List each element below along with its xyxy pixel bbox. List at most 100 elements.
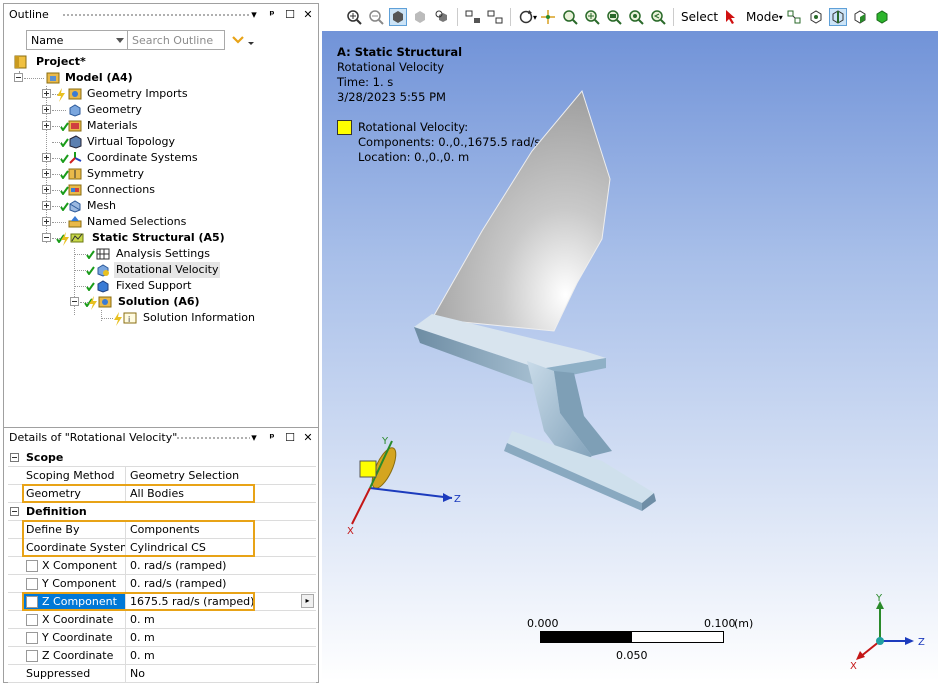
search-outline-input[interactable]: Search Outline [128,30,225,50]
parameter-checkbox[interactable] [26,578,38,590]
chevron-down-icon [116,38,124,43]
blade-surface[interactable] [431,89,611,332]
row-value[interactable]: 0. rad/s (ramped) [126,575,316,592]
details-row-suppressed[interactable]: Suppressed No [8,665,316,683]
maximize-icon[interactable]: ☐ [284,428,296,448]
parameter-checkbox[interactable] [26,560,38,572]
rotate-body-icon[interactable] [434,9,450,25]
expand-toggle[interactable] [42,217,51,226]
zoom-icon[interactable] [562,9,578,25]
tree-label: Model (A4) [65,71,133,84]
zoom-out-icon[interactable] [368,9,384,25]
geometry-imports-icon [68,88,82,100]
tree-label: Rotational Velocity [114,262,221,278]
details-row-scoping-method[interactable]: Scoping Method Geometry Selection [8,467,316,485]
row-value[interactable]: 0. m [126,611,316,628]
select-mesh-icon[interactable] [786,9,802,25]
row-label: Suppressed [22,665,126,682]
select-vertex-icon[interactable] [808,9,824,25]
row-value[interactable]: 0. m [126,629,316,646]
close-icon[interactable]: ✕ [302,4,314,26]
expand-toggle[interactable] [42,105,51,114]
model-geometry[interactable] [322,31,938,681]
tree-label: Named Selections [87,215,187,228]
mode-label[interactable]: Mode [746,10,779,24]
parameter-checkbox[interactable] [26,614,38,626]
expand-toggle[interactable] [42,201,51,210]
select-cursor-icon[interactable] [724,9,740,25]
zoom-selected-icon[interactable] [628,9,644,25]
parameter-checkbox[interactable] [26,632,38,644]
zoom-fit-all-icon[interactable] [606,9,622,25]
zoom-in-icon[interactable] [584,9,600,25]
solution-information-icon: i [123,312,137,324]
collapse-toggle[interactable] [70,297,79,306]
row-value[interactable]: No [126,665,316,682]
tree-label: Coordinate Systems [87,151,198,164]
rotate-icon[interactable] [518,9,534,25]
collapse-toggle[interactable] [42,233,51,242]
close-icon[interactable]: ✕ [302,428,314,448]
tree-label: Virtual Topology [87,135,176,148]
dropdown-icon[interactable]: ▾ [248,428,260,448]
dropdown-icon[interactable]: ▾ [248,4,260,26]
details-row-z-coordinate[interactable]: Z Coordinate 0. m [8,647,316,665]
analysis-settings-icon [96,248,110,260]
section-definition[interactable]: Definition [8,503,316,521]
expand-toggle[interactable] [42,89,51,98]
expand-toggle[interactable] [42,153,51,162]
cylindrical-cs-marker[interactable]: Z X Y [342,426,472,541]
outline-title: Outline [9,8,49,21]
details-title-bar[interactable]: Details of "Rotational Velocity" ▾ ᵖ ☐ ✕ [4,428,318,448]
graphics-viewport[interactable]: A: Static Structural Rotational Velocity… [322,31,938,681]
zoom-to-fit-icon[interactable] [346,9,362,25]
select-body-icon[interactable] [874,9,890,25]
name-combo[interactable]: Name [26,30,128,50]
axis-y-label: Y [381,436,389,447]
collapse-toggle[interactable] [14,73,23,82]
section-scope[interactable]: Scope [8,449,316,467]
pan-icon[interactable] [540,9,556,25]
select-edge-icon[interactable] [828,8,847,26]
zoom-previous-icon[interactable] [650,9,666,25]
chevron-down-icon[interactable]: ▾ [779,13,783,22]
expand-toggle[interactable] [42,121,51,130]
pin-icon[interactable]: ᵖ [266,428,278,448]
select-label[interactable]: Select [681,10,718,24]
row-value[interactable]: Geometry Selection [126,467,316,484]
row-label: Z Coordinate [42,649,114,662]
expand-toggle[interactable] [42,185,51,194]
tree-label: Solution (A6) [118,295,200,308]
tree-label: Fixed Support [116,279,192,292]
expand-toggle[interactable] [42,169,51,178]
filter-chevron-icon[interactable] [231,31,257,49]
row-label: X Component [42,559,117,572]
maximize-icon[interactable]: ☐ [284,4,296,26]
highlight-geometry [22,484,255,503]
tree-label: Materials [87,119,138,132]
row-value[interactable]: 0. m [126,647,316,664]
rotational-velocity-icon [97,264,109,277]
details-row-y-component[interactable]: Y Component 0. rad/s (ramped) [8,575,316,593]
collapse-toggle[interactable] [10,507,19,516]
box-select-icon[interactable] [465,9,481,25]
details-row-x-component[interactable]: X Component 0. rad/s (ramped) [8,557,316,575]
graphics-toolbar: ▾ Select Mode ▾ [322,3,938,31]
parameter-checkbox[interactable] [26,650,38,662]
name-combo-value: Name [31,34,64,47]
solid-view-icon[interactable] [389,8,407,26]
outline-title-bar[interactable]: Outline ▾ ᵖ ☐ ✕ [4,4,318,26]
details-row-y-coordinate[interactable]: Y Coordinate 0. m [8,629,316,647]
pin-icon[interactable]: ᵖ [266,4,278,26]
row-value[interactable]: 0. rad/s (ramped) [126,557,316,574]
collapse-toggle[interactable] [10,453,19,462]
details-row-x-coordinate[interactable]: X Coordinate 0. m [8,611,316,629]
flyout-arrow-icon[interactable]: ▸ [301,594,314,608]
row-label: X Coordinate [42,613,114,626]
wireframe-icon[interactable] [412,9,428,25]
select-face-icon[interactable] [852,9,868,25]
box-zoom-icon[interactable] [487,9,503,25]
axis-z-label: Z [454,494,461,505]
axis-triad[interactable]: Y Z X [842,591,932,671]
tree-label: Symmetry [87,167,145,180]
